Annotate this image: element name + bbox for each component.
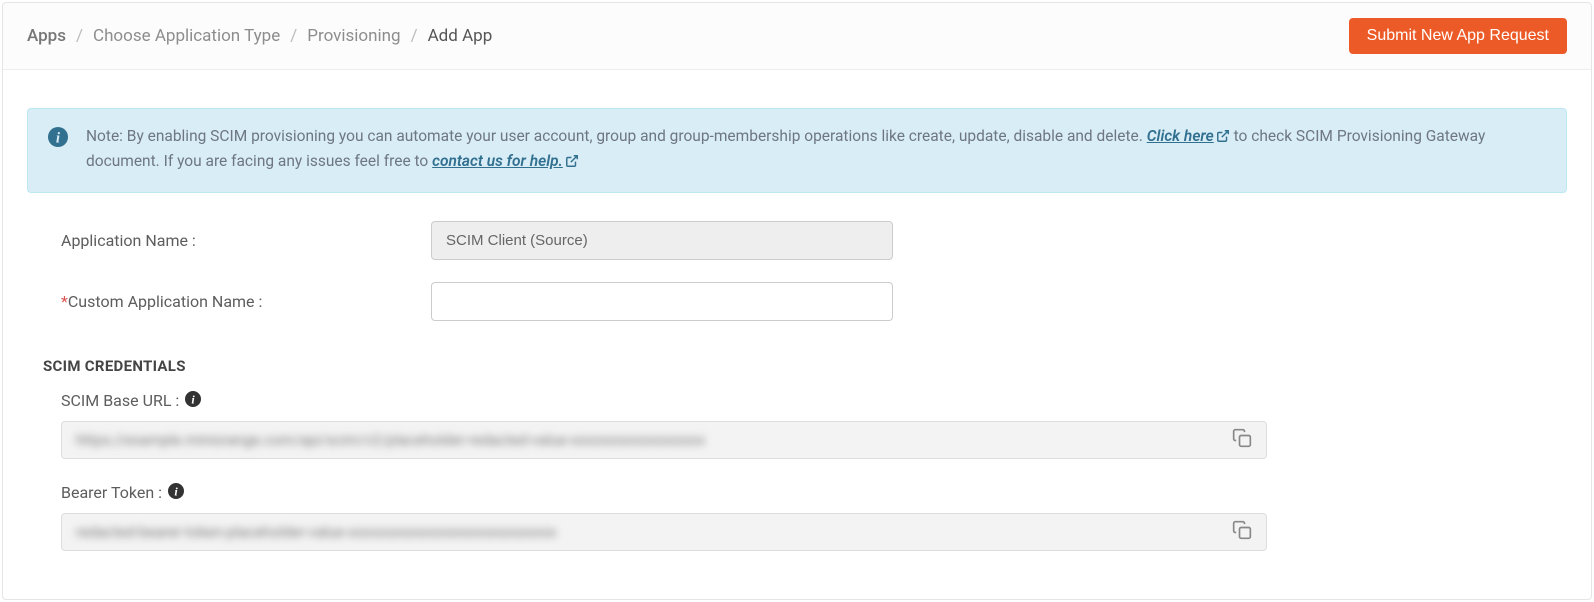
bearer-token-label: Bearer Token : i [61,483,1567,503]
contact-us-link[interactable]: contact us for help. [432,152,579,170]
custom-application-name-label: *Custom Application Name : [61,292,431,311]
breadcrumb-add-app: Add App [428,26,493,46]
submit-new-app-button[interactable]: Submit New App Request [1349,18,1567,54]
breadcrumb-provisioning[interactable]: Provisioning [307,26,400,46]
breadcrumb-apps[interactable]: Apps [27,26,66,46]
info-icon[interactable]: i [185,391,201,411]
breadcrumb: Apps / Choose Application Type / Provisi… [27,26,492,46]
scim-base-url-field: https://example.miniorange.com/api/scim/… [61,421,1267,459]
custom-application-name-input[interactable] [431,282,893,321]
custom-application-name-row: *Custom Application Name : [61,282,1567,321]
banner-text-1: Note: By enabling SCIM provisioning you … [86,127,1147,145]
breadcrumb-separator: / [76,26,83,46]
bearer-token-value: redacted-bearer-token-placeholder-value-… [76,523,1228,541]
application-name-label: Application Name : [61,231,431,250]
copy-icon [1232,528,1252,543]
breadcrumb-separator: / [411,26,418,46]
info-icon[interactable]: i [168,483,184,503]
copy-bearer-token-button[interactable] [1228,516,1256,547]
click-here-link[interactable]: Click here [1147,127,1230,145]
external-link-icon [565,152,579,175]
scim-base-url-value: https://example.miniorange.com/api/scim/… [76,431,1228,449]
scim-base-url-label: SCIM Base URL : i [61,391,1567,411]
info-banner: i Note: By enabling SCIM provisioning yo… [27,108,1567,193]
copy-base-url-button[interactable] [1228,424,1256,455]
scim-credentials-heading: SCIM CREDENTIALS [43,357,1567,375]
breadcrumb-separator: / [290,26,297,46]
application-name-input [431,221,893,260]
breadcrumb-choose-type[interactable]: Choose Application Type [93,26,280,46]
info-banner-text: Note: By enabling SCIM provisioning you … [86,125,1546,176]
application-name-row: Application Name : [61,221,1567,260]
external-link-icon [1216,127,1230,150]
info-icon: i [48,127,68,154]
header-bar: Apps / Choose Application Type / Provisi… [3,3,1591,70]
copy-icon [1232,436,1252,451]
bearer-token-field: redacted-bearer-token-placeholder-value-… [61,513,1267,551]
